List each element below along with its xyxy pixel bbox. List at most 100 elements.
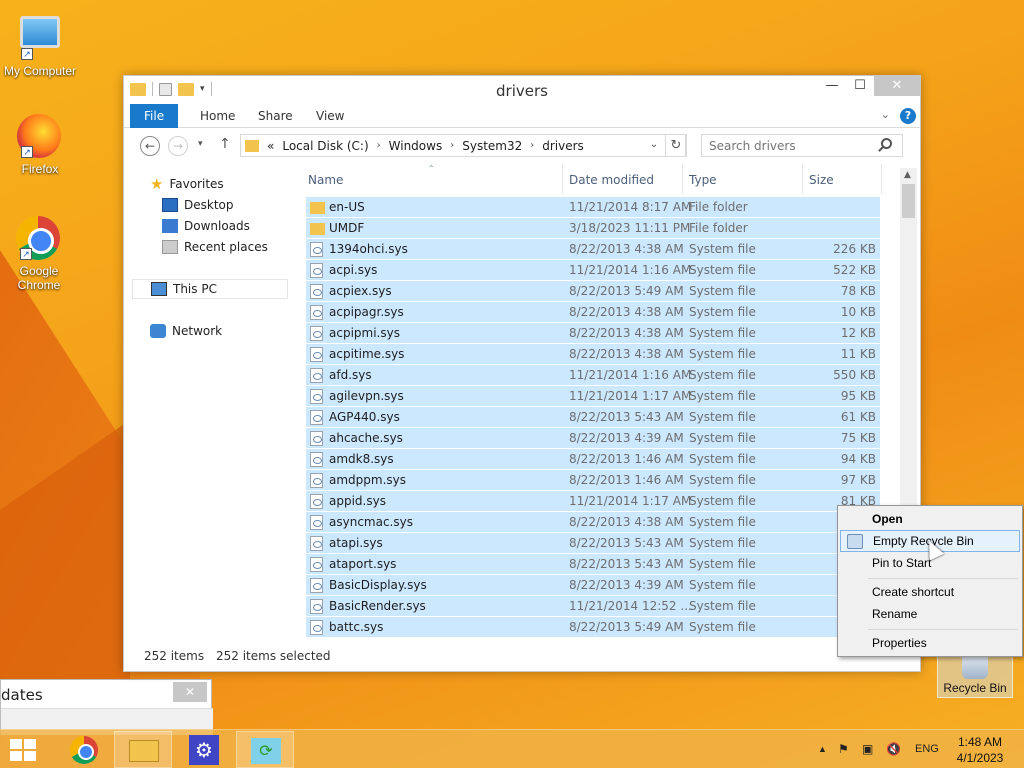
tab-share[interactable]: Share (244, 104, 307, 128)
column-divider[interactable] (802, 164, 803, 194)
file-name: acpitime.sys (329, 347, 405, 361)
flag-icon[interactable]: ⚑ (838, 742, 849, 756)
column-date-modified[interactable]: Date modified (569, 173, 654, 187)
refresh-button[interactable]: ↻ (665, 134, 687, 157)
expand-ribbon-icon[interactable]: ⌄ (881, 108, 890, 121)
table-row[interactable]: asyncmac.sys 8/22/2013 4:38 AM System file (306, 512, 880, 533)
menu-item-rename[interactable]: Rename (840, 603, 1020, 625)
menu-item-create-shortcut[interactable]: Create shortcut (840, 581, 1020, 603)
search-icon[interactable] (881, 138, 892, 149)
table-row[interactable]: battc.sys 8/22/2013 5:49 AM System file (306, 617, 880, 638)
forward-button[interactable]: → (168, 136, 188, 156)
breadcrumb-system32[interactable]: System32 (462, 139, 522, 153)
column-type[interactable]: Type (689, 173, 717, 187)
navigation-pane: ★ Favorites Desktop Downloads Recent pla… (124, 164, 294, 642)
table-row[interactable]: acpipmi.sys 8/22/2013 4:38 AM System file 1… (306, 323, 880, 344)
maximize-button[interactable]: ☐ (846, 76, 874, 96)
column-name[interactable]: Name (308, 173, 343, 187)
breadcrumb-drivers[interactable]: drivers (542, 139, 584, 153)
shortcut-arrow-icon: ↗ (21, 48, 33, 60)
table-row[interactable]: BasicRender.sys 11/21/2014 12:52 ... Syste… (306, 596, 880, 617)
chevron-right-icon[interactable]: › (530, 140, 534, 151)
breadcrumb-prefix[interactable]: « (267, 139, 274, 153)
column-divider[interactable] (682, 164, 683, 194)
table-row[interactable]: 1394ohci.sys 8/22/2013 4:38 AM System file… (306, 239, 880, 260)
table-row[interactable]: afd.sys 11/21/2014 1:16 AM System file 550 … (306, 365, 880, 386)
table-row[interactable]: acpipagr.sys 8/22/2013 4:38 AM System file… (306, 302, 880, 323)
help-icon[interactable]: ? (900, 108, 916, 124)
table-row[interactable]: acpi.sys 11/21/2014 1:16 AM System file 522… (306, 260, 880, 281)
minimize-button[interactable]: — (818, 76, 846, 96)
desktop-icon-recycle-bin[interactable]: Recycle Bin (937, 650, 1013, 698)
system-file-icon (310, 242, 323, 257)
close-button[interactable]: ✕ (173, 682, 207, 702)
table-row[interactable]: ataport.sys 8/22/2013 5:43 AM System file (306, 554, 880, 575)
column-divider[interactable] (881, 164, 882, 194)
volume-muted-icon[interactable]: 🔇 (886, 742, 901, 756)
search-input[interactable] (701, 134, 903, 157)
recent-locations-icon[interactable]: ▾ (198, 139, 203, 149)
tab-view[interactable]: View (302, 104, 358, 128)
table-row[interactable]: BasicDisplay.sys 8/22/2013 4:39 AM System … (306, 575, 880, 596)
nav-recent-places[interactable]: Recent places (162, 237, 268, 257)
show-hidden-icons-icon[interactable]: ▲ (818, 744, 827, 754)
tab-home[interactable]: Home (186, 104, 249, 128)
taskbar-file-explorer[interactable] (114, 731, 172, 768)
scrollbar-thumb[interactable] (902, 184, 915, 218)
language-indicator[interactable]: ENG (915, 743, 939, 755)
system-file-icon (310, 389, 323, 404)
table-row[interactable]: agilevpn.sys 11/21/2014 1:17 AM System fil… (306, 386, 880, 407)
table-row[interactable]: UMDF 3/18/2023 11:11 PM File folder (306, 218, 880, 239)
taskbar-settings[interactable]: ⚙ (175, 731, 233, 768)
nav-downloads[interactable]: Downloads (162, 216, 250, 236)
breadcrumb-local-disk[interactable]: Local Disk (C:) (282, 139, 368, 153)
column-header: ⌃ Name Date modified Type Size (306, 164, 886, 194)
breadcrumb-windows[interactable]: Windows (389, 139, 443, 153)
column-divider[interactable] (562, 164, 563, 194)
clock[interactable]: 1:48 AM 4/1/2023 (944, 734, 1016, 766)
tab-file[interactable]: File (130, 104, 179, 128)
nav-desktop[interactable]: Desktop (162, 195, 234, 215)
desktop-icon-firefox[interactable]: ↗ Firefox (0, 114, 80, 176)
chevron-right-icon[interactable]: › (450, 140, 454, 151)
file-date-modified: 8/22/2013 1:46 AM (569, 452, 684, 466)
table-row[interactable]: atapi.sys 8/22/2013 5:43 AM System file (306, 533, 880, 554)
column-size[interactable]: Size (809, 173, 834, 187)
table-row[interactable]: ahcache.sys 8/22/2013 4:39 AM System file 7… (306, 428, 880, 449)
menu-item-open[interactable]: Open (840, 508, 1020, 530)
desktop-icon-my-computer[interactable]: ↗ My Computer (0, 10, 80, 78)
system-file-icon (310, 578, 323, 593)
table-row[interactable]: amdk8.sys 8/22/2013 1:46 AM System file 94 … (306, 449, 880, 470)
nav-network[interactable]: Network (150, 321, 222, 341)
address-bar[interactable]: « Local Disk (C:) › Windows › System32 ›… (240, 134, 686, 157)
up-button[interactable]: ↑ (219, 136, 231, 152)
menu-item-properties[interactable]: Properties (840, 632, 1020, 654)
taskbar-chrome[interactable] (53, 731, 111, 768)
title-bar[interactable]: ▾ drivers — ☐ ✕ (124, 76, 920, 104)
nav-this-pc[interactable]: This PC (132, 279, 288, 299)
close-button[interactable]: ✕ (874, 76, 920, 96)
address-dropdown-icon[interactable]: ⌄ (644, 134, 664, 157)
table-row[interactable]: appid.sys 11/21/2014 1:17 AM System file 81… (306, 491, 880, 512)
file-type: System file (689, 578, 756, 592)
updates-window[interactable]: dates ✕ (0, 679, 213, 735)
scroll-up-icon[interactable]: ▲ (904, 170, 911, 180)
desktop-icon-chrome[interactable]: ↗ Google Chrome (0, 216, 78, 292)
file-type: System file (689, 347, 756, 361)
table-row[interactable]: amdppm.sys 8/22/2013 1:46 AM System file 97… (306, 470, 880, 491)
downloads-icon (162, 219, 178, 233)
table-row[interactable]: acpiex.sys 8/22/2013 5:49 AM System file 78… (306, 281, 880, 302)
explorer-window[interactable]: ▾ drivers — ☐ ✕ File Home Share View ⌄ ?… (123, 75, 921, 672)
menu-separator (868, 578, 1018, 579)
nav-label: Downloads (184, 219, 250, 233)
table-row[interactable]: AGP440.sys 8/22/2013 5:43 AM System file 61… (306, 407, 880, 428)
back-button[interactable]: ← (140, 136, 160, 156)
table-row[interactable]: acpitime.sys 8/22/2013 4:38 AM System file… (306, 344, 880, 365)
network-icon[interactable]: ▣ (862, 742, 873, 756)
chevron-right-icon[interactable]: › (377, 140, 381, 151)
file-size: 550 KB (833, 368, 876, 382)
taskbar-sync-app[interactable]: ⟳ (236, 731, 294, 768)
start-button[interactable] (0, 731, 50, 768)
table-row[interactable]: en-US 11/21/2014 8:17 AM File folder (306, 197, 880, 218)
nav-favorites[interactable]: ★ Favorites (150, 174, 224, 194)
